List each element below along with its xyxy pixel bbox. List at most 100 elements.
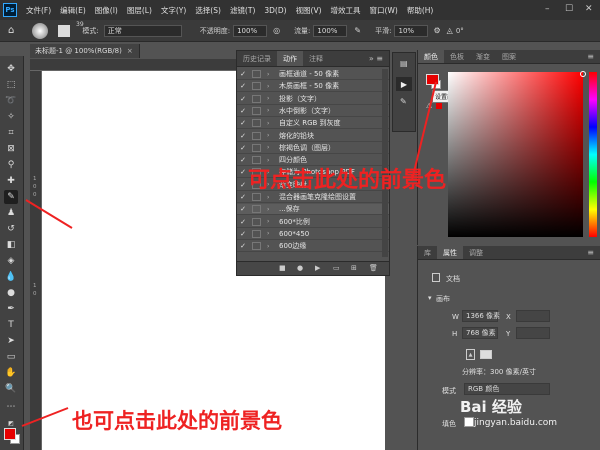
menu-file[interactable]: 文件(F): [26, 5, 51, 16]
action-enabled-check-icon[interactable]: ✓: [237, 119, 249, 127]
menu-layer[interactable]: 图层(L): [127, 5, 152, 16]
y-field[interactable]: [516, 327, 550, 339]
path-select-tool-icon[interactable]: ➤: [4, 334, 18, 348]
blur-tool-icon[interactable]: 💧: [4, 270, 18, 284]
action-enabled-check-icon[interactable]: ✓: [237, 242, 249, 250]
tab-notes[interactable]: 注释: [303, 51, 329, 66]
tab-color[interactable]: 颜色: [418, 50, 444, 63]
notes-panel-icon[interactable]: ✎: [400, 97, 407, 106]
action-row[interactable]: ✓ › 棕褐色调（图层）: [237, 143, 389, 154]
flow-field[interactable]: 100%: [313, 24, 348, 37]
eraser-tool-icon[interactable]: ◧: [4, 238, 18, 252]
action-enabled-check-icon[interactable]: ✓: [237, 132, 249, 140]
color-field[interactable]: [448, 71, 586, 237]
panel-foreground-swatch[interactable]: [426, 74, 439, 85]
action-enabled-check-icon[interactable]: ✓: [237, 205, 249, 213]
panel-menu-icon[interactable]: ≡: [587, 246, 594, 259]
hand-tool-icon[interactable]: ✋: [4, 366, 18, 380]
pen-tool-icon[interactable]: ✒: [4, 302, 18, 316]
home-icon[interactable]: ⌂: [8, 25, 14, 36]
orientation-landscape-icon[interactable]: [480, 350, 492, 359]
new-action-icon[interactable]: ⊞: [351, 264, 357, 272]
action-row[interactable]: ✓ › 600*450: [237, 229, 389, 240]
action-enabled-check-icon[interactable]: ✓: [237, 82, 249, 90]
smooth-field[interactable]: 10%: [394, 24, 429, 37]
brush-preset-icon[interactable]: [32, 22, 49, 39]
expand-chevron-icon[interactable]: ›: [267, 71, 275, 78]
marquee-tool-icon[interactable]: ⬚: [4, 78, 18, 92]
pressure-opacity-icon[interactable]: ◎: [273, 26, 280, 35]
action-enabled-check-icon[interactable]: ✓: [237, 193, 249, 201]
expand-chevron-icon[interactable]: ›: [267, 206, 275, 213]
dialog-toggle-icon[interactable]: [252, 229, 261, 238]
tab-history[interactable]: 历史记录: [237, 51, 277, 66]
tab-actions[interactable]: 动作: [277, 51, 303, 66]
height-field[interactable]: 768 像素: [462, 327, 498, 339]
dialog-toggle-icon[interactable]: [252, 82, 261, 91]
menu-plugins[interactable]: 增效工具: [331, 5, 361, 16]
action-row[interactable]: ✓ › 木质画框 - 50 像素: [237, 81, 389, 93]
tab-patterns[interactable]: 图案: [496, 50, 522, 63]
expand-chevron-icon[interactable]: ›: [267, 194, 275, 201]
expand-chevron-icon[interactable]: ›: [267, 243, 275, 250]
menu-3d[interactable]: 3D(D): [264, 6, 286, 15]
expand-chevron-icon[interactable]: ›: [267, 230, 275, 237]
action-row[interactable]: ✓ › ...保存: [237, 204, 389, 216]
gamut-warning-icon[interactable]: ⚠: [426, 102, 432, 110]
play-icon[interactable]: ▶: [315, 264, 320, 272]
minimize-icon[interactable]: –: [545, 4, 550, 14]
zoom-tool-icon[interactable]: 🔍: [4, 382, 18, 396]
type-tool-icon[interactable]: T: [4, 318, 18, 332]
action-row[interactable]: ✓ › 熔化的铅块: [237, 131, 389, 142]
dialog-toggle-icon[interactable]: [252, 70, 261, 78]
action-enabled-check-icon[interactable]: ✓: [237, 95, 249, 103]
expand-chevron-icon[interactable]: ›: [267, 120, 275, 127]
dialog-toggle-icon[interactable]: [252, 106, 261, 115]
lasso-tool-icon[interactable]: ➰: [4, 94, 18, 108]
paint-bucket-tool-icon[interactable]: ◈: [4, 254, 18, 268]
menu-help[interactable]: 帮助(H): [407, 5, 434, 16]
action-enabled-check-icon[interactable]: ✓: [237, 218, 249, 226]
expand-chevron-icon[interactable]: ›: [267, 83, 275, 90]
dodge-tool-icon[interactable]: ●: [4, 286, 18, 300]
tab-adjustments[interactable]: 调整: [463, 246, 489, 259]
clone-stamp-tool-icon[interactable]: ♟: [4, 206, 18, 220]
opacity-field[interactable]: 100%: [233, 24, 268, 37]
action-enabled-check-icon[interactable]: ✓: [237, 230, 249, 238]
menu-filter[interactable]: 滤镜(T): [230, 5, 255, 16]
action-row[interactable]: ✓ › 水中倒影（文字）: [237, 106, 389, 117]
action-row[interactable]: ✓ › 投影（文字）: [237, 94, 389, 105]
dialog-toggle-icon[interactable]: [252, 242, 261, 251]
rectangle-tool-icon[interactable]: ▭: [4, 350, 18, 364]
maximize-icon[interactable]: ☐: [565, 4, 573, 14]
dialog-toggle-icon[interactable]: [252, 143, 261, 152]
fill-swatch[interactable]: [464, 417, 474, 427]
frame-tool-icon[interactable]: ⊠: [4, 142, 18, 156]
color-picker-cursor[interactable]: [580, 71, 586, 77]
tab-swatches[interactable]: 色板: [444, 50, 470, 63]
expand-chevron-icon[interactable]: ›: [267, 107, 275, 114]
more-tools-icon[interactable]: ⋯: [4, 400, 18, 414]
airbrush-icon[interactable]: ✎: [354, 26, 361, 35]
action-row[interactable]: ✓ › 600*比例: [237, 217, 389, 228]
smooth-settings-icon[interactable]: ⚙: [433, 26, 440, 35]
expand-chevron-icon[interactable]: ›: [267, 218, 275, 225]
new-set-icon[interactable]: ▭: [333, 264, 340, 272]
expand-chevron-icon[interactable]: ›: [267, 132, 275, 139]
x-field[interactable]: [516, 310, 550, 322]
brush-settings-icon[interactable]: [58, 24, 71, 37]
menu-window[interactable]: 窗口(W): [370, 5, 398, 16]
menu-edit[interactable]: 编辑(E): [60, 5, 86, 16]
document-tab[interactable]: 未标题-1 @ 100%(RGB/8) ×: [30, 44, 140, 58]
quick-select-tool-icon[interactable]: ✧: [4, 110, 18, 124]
menu-type[interactable]: 文字(Y): [161, 5, 186, 16]
close-window-icon[interactable]: ✕: [585, 4, 593, 14]
canvas-section-chevron-icon[interactable]: ▾: [428, 294, 432, 302]
gamut-color-swatch[interactable]: [436, 103, 442, 109]
foreground-color-swatch[interactable]: [4, 428, 16, 440]
angle-icon[interactable]: ◬: [447, 26, 453, 35]
panel-menu-icon[interactable]: ≡: [587, 50, 594, 63]
dialog-toggle-icon[interactable]: [252, 217, 261, 226]
menu-view[interactable]: 视图(V): [296, 5, 322, 16]
color-mode-select[interactable]: RGB 颜色: [464, 383, 550, 395]
